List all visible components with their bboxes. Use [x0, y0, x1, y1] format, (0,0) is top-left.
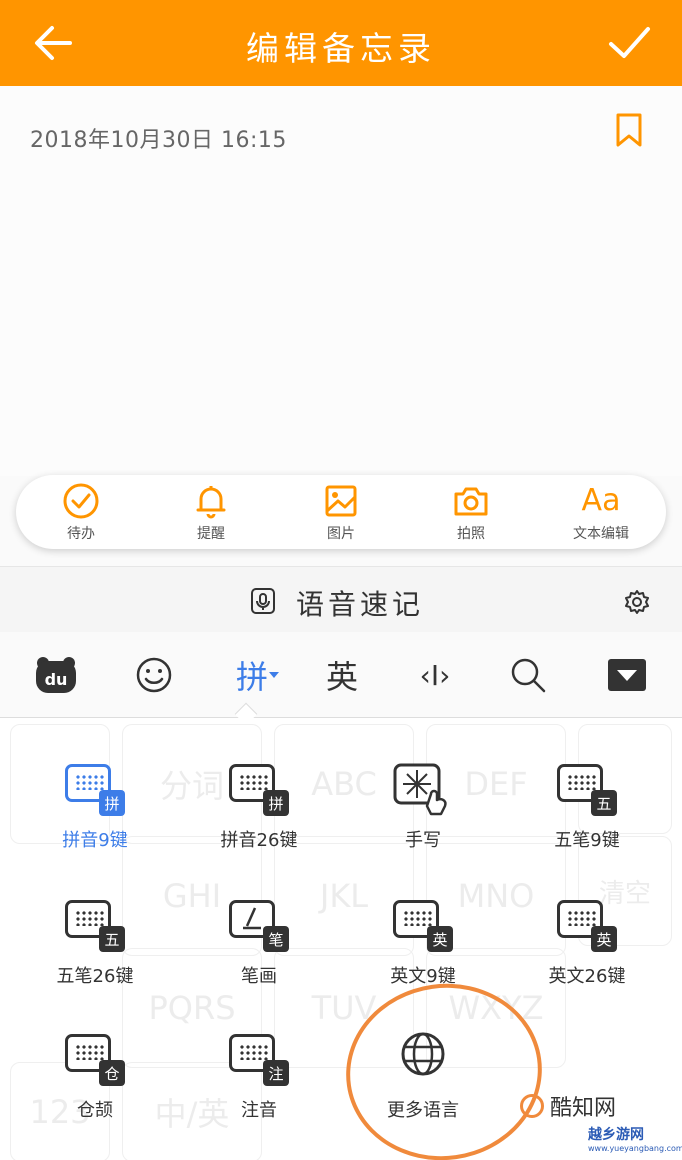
english-mode-tab[interactable]: 英: [320, 652, 364, 698]
reminder-label: 提醒: [197, 526, 225, 542]
triangle-down-icon: [269, 672, 279, 678]
keyboard-icon: 拼: [229, 760, 289, 816]
option-label: 仓颉: [77, 1100, 113, 1121]
cursor-icon: ‹I›: [419, 658, 451, 692]
option-english-26[interactable]: 英 英文26键: [502, 896, 672, 988]
watermark-circle-icon: [520, 1094, 544, 1118]
camera-label: 拍照: [457, 526, 485, 542]
check-icon[interactable]: [606, 20, 652, 66]
keyboard-icon: 五: [557, 760, 617, 816]
option-label: 五笔26键: [56, 966, 134, 987]
option-cangjie[interactable]: 仓 仓颉: [10, 1030, 180, 1122]
option-label: 英文26键: [548, 966, 626, 987]
todo-label: 待办: [67, 526, 95, 542]
image-icon: [325, 485, 357, 517]
microphone-icon: [251, 588, 275, 614]
page-title: 编辑备忘录: [246, 29, 436, 68]
bell-icon: [196, 486, 226, 519]
app-header: 编辑备忘录: [0, 0, 682, 86]
text-edit-button[interactable]: Aa 文本编辑: [546, 481, 656, 543]
watermark-site: 越乡游网: [588, 1127, 644, 1143]
search-icon: [511, 658, 546, 693]
voice-note-bar[interactable]: 语音速记: [0, 566, 682, 632]
pinyin-tab-label: 拼: [235, 658, 268, 696]
cursor-button[interactable]: ‹I›: [412, 652, 458, 698]
option-stroke[interactable]: 笔 笔画: [174, 896, 344, 988]
bookmark-icon[interactable]: [614, 112, 644, 148]
keyboard-icon: 五: [65, 896, 125, 952]
keyboard-toolbar: du 拼 英 ‹I›: [0, 632, 682, 718]
emoji-button[interactable]: [134, 652, 174, 698]
note-toolbar: 待办 提醒 图片 拍照 Aa 文本编辑: [16, 475, 666, 549]
option-wubi-26[interactable]: 五 五笔26键: [10, 896, 180, 988]
note-date: 2018年10月30日 16:15: [30, 128, 287, 153]
option-label: 拼音9键: [62, 830, 128, 851]
keyboard-icon: 拼: [65, 760, 125, 816]
watermark-url: www.yueyangbang.com: [588, 1144, 682, 1153]
smiley-icon: [136, 657, 172, 693]
keyboard-icon: 注: [229, 1030, 289, 1086]
keyboard-icon: 英: [393, 896, 453, 952]
option-pinyin-26[interactable]: 拼 拼音26键: [174, 760, 344, 852]
watermark-logo: 酷知网: [520, 1090, 616, 1122]
hide-keyboard-button[interactable]: [606, 652, 648, 698]
collapse-down-icon: [608, 659, 646, 691]
image-button[interactable]: 图片: [286, 481, 396, 543]
search-button[interactable]: [508, 652, 548, 698]
option-handwriting[interactable]: 手写: [338, 760, 508, 852]
option-label: 注音: [241, 1100, 277, 1121]
option-zhuyin[interactable]: 注 注音: [174, 1030, 344, 1122]
text-edit-label: 文本编辑: [573, 526, 629, 542]
todo-button[interactable]: 待办: [26, 481, 136, 543]
baidu-logo-icon[interactable]: du: [34, 652, 78, 698]
option-wubi-9[interactable]: 五 五笔9键: [502, 760, 672, 852]
check-circle-icon: [63, 483, 99, 519]
pinyin-mode-tab[interactable]: 拼: [228, 652, 288, 698]
gear-icon[interactable]: [624, 589, 650, 615]
option-label: 拼音26键: [220, 830, 298, 851]
keyboard-icon: 仓: [65, 1030, 125, 1086]
option-label: 笔画: [241, 966, 277, 987]
note-editor[interactable]: 2018年10月30日 16:15: [0, 86, 682, 476]
option-label: 手写: [405, 830, 441, 851]
bear-icon: du: [36, 657, 76, 693]
image-label: 图片: [327, 526, 355, 542]
stroke-icon: 笔: [229, 896, 289, 952]
camera-icon: [454, 487, 488, 516]
option-pinyin-9[interactable]: 拼 拼音9键: [10, 760, 180, 852]
logo-text: du: [45, 670, 68, 689]
reminder-button[interactable]: 提醒: [156, 481, 266, 543]
option-english-9[interactable]: 英 英文9键: [338, 896, 508, 988]
keyboard-icon: 英: [557, 896, 617, 952]
camera-button[interactable]: 拍照: [416, 481, 526, 543]
option-label: 五笔9键: [554, 830, 620, 851]
english-tab-label: 英: [325, 658, 358, 696]
text-format-icon: Aa: [581, 483, 621, 518]
handwriting-icon: [393, 760, 453, 816]
voice-note-label: 语音速记: [296, 588, 425, 621]
